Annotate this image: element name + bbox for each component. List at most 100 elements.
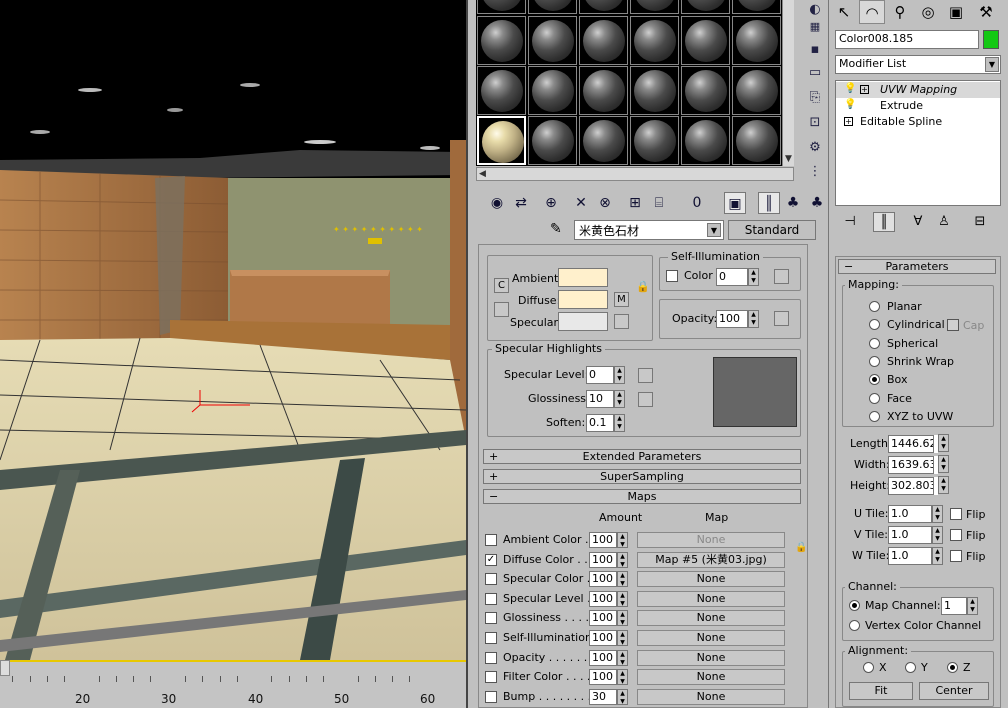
soften-spinner[interactable]: 0.1 ▲ ▼ [586,414,625,432]
u-flip-checkbox[interactable] [950,508,962,520]
mapping-radio-shrink-wrap[interactable] [869,355,880,367]
length-spinner[interactable]: 1446.62 [888,435,934,453]
material-type-button[interactable]: Standard [728,220,816,240]
mapping-radio-face[interactable] [869,392,880,404]
show-end-result-icon[interactable]: ║ [873,212,895,232]
lock-ambient-diffuse-c-button[interactable]: C [494,278,509,293]
material-sample-slot[interactable] [528,16,577,65]
show-map-in-viewport-icon[interactable]: ▣ [724,192,746,214]
mapping-radio-planar[interactable] [869,301,880,312]
center-button[interactable]: Center [919,682,989,700]
map-amount-spinner[interactable]: 100 ▲ ▼ [589,532,628,548]
go-forward-to-sibling-icon[interactable]: ♣ [806,192,828,214]
specular-map-button[interactable] [614,314,629,329]
width-spinner[interactable]: 1639.63 [888,456,934,474]
object-color-swatch[interactable] [983,30,999,49]
glossiness-spinner[interactable]: 10 ▲ ▼ [586,390,625,408]
u-tile-spinner[interactable]: 1.0 ▲ ▼ [888,505,943,523]
opacity-map-button[interactable] [774,311,789,326]
map-amount-spinner[interactable]: 100 ▲ ▼ [589,669,628,686]
map-button[interactable]: None [637,590,785,607]
stack-item-editable-spline[interactable]: + Editable Spline [836,114,1000,130]
align-x-radio[interactable] [863,662,874,673]
hierarchy-tab-icon[interactable]: ⚲ [887,0,913,24]
material-sample-slot[interactable] [528,116,577,165]
self-illum-color-checkbox[interactable] [666,270,678,282]
make-copy-icon[interactable]: ⊗ [594,192,616,214]
material-sample-slot[interactable] [579,16,628,65]
expand-plus-icon[interactable]: + [860,85,869,94]
self-illum-spinner[interactable]: 0 ▲ ▼ [716,268,759,286]
material-sample-slot[interactable] [477,16,526,65]
specular-level-spinner[interactable]: 0 ▲ ▼ [586,366,625,384]
width-spinner-arrows[interactable]: ▲ ▼ [938,455,949,473]
mapping-radio-cylindrical[interactable] [869,319,880,331]
make-preview-icon[interactable]: ⊡ [805,113,825,133]
height-spinner-arrows[interactable]: ▲ ▼ [938,476,949,494]
object-name-field[interactable]: Color008.185 [835,30,979,49]
map-amount-spinner[interactable]: 100 ▲ ▼ [589,571,628,588]
modifier-on-bulb-icon[interactable]: 💡 [844,83,856,94]
background-icon[interactable]: ▦ [805,17,825,37]
map-enable-checkbox[interactable] [485,612,497,625]
put-to-scene-icon[interactable]: ⇄ [510,192,532,214]
material-sample-slot[interactable] [630,116,679,165]
self-illum-map-button[interactable] [774,269,789,284]
material-sample-slot[interactable] [477,116,526,165]
make-unique-icon[interactable]: ∀ [907,212,929,232]
glossiness-map-button[interactable] [638,392,653,407]
material-sample-slot[interactable] [732,0,781,14]
extended-parameters-rollout[interactable]: + Extended Parameters [483,449,801,464]
material-sample-slot[interactable] [477,66,526,115]
mapping-radio-xyz-to-uvw[interactable] [869,410,880,422]
material-sample-slot[interactable] [681,116,730,165]
maps-rollout[interactable]: − Maps [483,489,801,504]
scroll-down-icon[interactable]: ▼ [785,154,792,164]
utilities-tab-icon[interactable]: ⚒ [973,0,999,24]
map-enable-checkbox[interactable] [485,651,497,664]
modify-tab-icon[interactable]: ◠ [859,0,885,24]
motion-tab-icon[interactable]: ◎ [915,0,941,24]
backlight-icon[interactable]: ▪ [805,40,825,60]
map-amount-spinner[interactable]: 100 ▲ ▼ [589,590,628,607]
material-name-field[interactable]: 米黄色石材 ▼ [574,220,724,240]
video-color-check-icon[interactable]: ⎘ [805,88,825,108]
scroll-left-icon[interactable]: ◀ [479,169,486,179]
material-sample-slot[interactable] [732,116,781,165]
specular-level-map-button[interactable] [638,368,653,383]
material-sample-slot[interactable] [528,66,577,115]
map-enable-checkbox[interactable] [485,534,497,546]
map-button[interactable]: Map #5 (米黄03.jpg) [637,551,785,568]
map-enable-checkbox[interactable] [485,592,497,605]
material-sample-slot[interactable] [732,16,781,65]
material-sample-slot[interactable] [630,0,679,14]
map-button[interactable]: None [637,532,785,548]
timeline-slider-handle[interactable] [0,660,10,676]
sample-uv-tiling-icon[interactable]: ▭ [805,63,825,83]
length-spinner-arrows[interactable]: ▲ ▼ [938,434,949,452]
get-material-icon[interactable]: ◉ [486,192,508,214]
pick-material-eyedropper-icon[interactable]: ✎ [550,221,562,237]
material-sample-slot[interactable] [681,66,730,115]
material-sample-slot[interactable] [630,16,679,65]
diffuse-map-button[interactable]: M [614,292,629,307]
cap-checkbox[interactable] [947,319,959,331]
ambient-color-swatch[interactable] [558,268,608,287]
mapping-radio-spherical[interactable] [869,337,880,349]
chevron-down-icon[interactable]: ▼ [985,57,999,72]
map-channel-spinner[interactable]: 1 ▲ ▼ [941,597,978,615]
map-enable-checkbox[interactable] [485,690,497,703]
lock-diffuse-specular-button[interactable] [494,302,509,317]
material-sample-slot[interactable] [579,66,628,115]
align-z-radio[interactable] [947,662,958,673]
timeline-ruler[interactable]: 20 30 40 50 60 [0,660,466,708]
assign-to-selection-icon[interactable]: ⊕ [540,192,562,214]
map-button[interactable]: None [637,669,785,686]
vertex-color-channel-radio[interactable] [849,620,860,631]
material-sample-slot[interactable] [579,0,628,14]
stack-item-extrude[interactable]: 💡 Extrude [836,98,1000,114]
display-tab-icon[interactable]: ▣ [943,0,969,24]
align-y-radio[interactable] [905,662,916,673]
opacity-spinner[interactable]: 100 ▲ ▼ [716,310,759,328]
show-end-result-icon[interactable]: ║ [758,192,780,214]
